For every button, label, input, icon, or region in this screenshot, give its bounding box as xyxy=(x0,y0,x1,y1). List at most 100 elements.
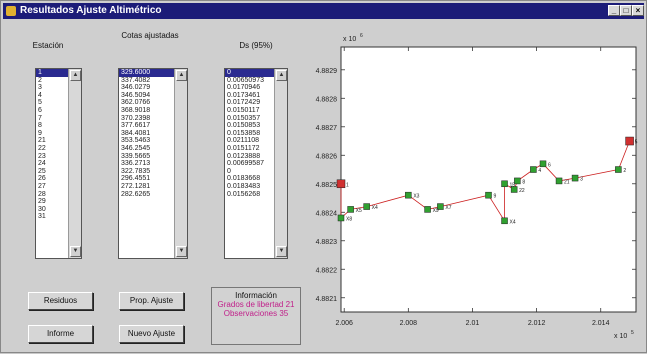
close-button[interactable]: × xyxy=(632,5,644,16)
y-tick-label: 4.8829 xyxy=(316,68,338,75)
station-marker xyxy=(337,214,345,222)
list-item[interactable]: 322.7835 xyxy=(119,168,175,176)
station-marker xyxy=(539,160,547,168)
plot-area xyxy=(340,46,637,313)
desv-listbox[interactable]: 0 0.00650973 0.0170946 0.0173461 0.0172429 0.… xyxy=(224,68,288,259)
list-item[interactable]: 0.0211108 xyxy=(225,137,275,145)
app-icon xyxy=(6,6,16,16)
list-item[interactable]: 0.0150357 xyxy=(225,115,275,123)
prop-ajuste-button[interactable]: Prop. Ajuste xyxy=(119,292,184,310)
y-multiplier: x 10 xyxy=(343,36,356,43)
station-marker xyxy=(424,206,431,213)
list-item[interactable]: 0.0151172 xyxy=(225,145,275,153)
list-item[interactable]: 31 xyxy=(36,213,69,221)
list-item[interactable]: 25 xyxy=(36,168,69,176)
list-item[interactable]: 339.5665 xyxy=(119,153,175,161)
scroll-up-icon[interactable]: ▲ xyxy=(176,70,187,81)
station-label: 2 xyxy=(623,168,626,174)
list-item[interactable]: 21 xyxy=(36,137,69,145)
list-item[interactable]: 27 xyxy=(36,183,69,191)
maximize-button[interactable]: □ xyxy=(620,5,632,16)
list-item[interactable]: 329.6000 xyxy=(119,69,175,77)
list-item[interactable]: 0.0183483 xyxy=(225,183,275,191)
station-label: 1 xyxy=(346,182,349,188)
residuos-button[interactable]: Residuos xyxy=(28,292,93,310)
list-item[interactable]: 0.00650973 xyxy=(225,77,275,85)
cotas-label: Cotas ajustadas xyxy=(121,31,179,40)
list-item[interactable]: 370.2398 xyxy=(119,115,175,123)
list-item[interactable]: 346.5094 xyxy=(119,92,175,100)
list-item[interactable]: 2 xyxy=(36,77,69,85)
list-item[interactable]: 0.0156268 xyxy=(225,191,275,199)
nuevo-ajuste-button[interactable]: Nuevo Ajuste xyxy=(119,325,184,343)
list-item[interactable]: 7 xyxy=(36,115,69,123)
list-item[interactable]: 0.0170946 xyxy=(225,84,275,92)
list-item[interactable]: 9 xyxy=(36,130,69,138)
scroll-down-icon[interactable]: ▼ xyxy=(276,246,287,257)
fixed-point-marker xyxy=(336,179,346,189)
title-bar: Resultados Ajuste Altimétrico _ □ × xyxy=(3,3,644,19)
scroll-down-icon[interactable]: ▼ xyxy=(176,246,187,257)
list-item[interactable]: 4 xyxy=(36,92,69,100)
list-item[interactable]: 24 xyxy=(36,160,69,168)
desv-scrollbar[interactable]: ▲ ▼ xyxy=(274,69,287,258)
list-item[interactable]: 3 xyxy=(36,84,69,92)
list-item[interactable]: 0.0183668 xyxy=(225,175,275,183)
list-item[interactable]: 0.0150853 xyxy=(225,122,275,130)
informe-button[interactable]: Informe xyxy=(28,325,93,343)
list-item[interactable]: 0.0153858 xyxy=(225,130,275,138)
list-item[interactable]: 337.4082 xyxy=(119,77,175,85)
list-item[interactable]: 346.0279 xyxy=(119,84,175,92)
list-item[interactable]: 0 xyxy=(225,69,275,77)
y-tick-label: 4.8826 xyxy=(316,153,338,160)
list-item[interactable]: 0.00699587 xyxy=(225,160,275,168)
list-item[interactable]: 0.0150117 xyxy=(225,107,275,115)
scroll-up-icon[interactable]: ▲ xyxy=(276,70,287,81)
estacion-scrollbar[interactable]: ▲ ▼ xyxy=(68,69,81,258)
list-item[interactable]: 368.9018 xyxy=(119,107,175,115)
list-item[interactable]: 26 xyxy=(36,175,69,183)
list-item[interactable]: 30 xyxy=(36,206,69,214)
estacion-listbox[interactable]: 1 2 3 4 5 6 7 8 9 21 22 23 24 25 26 27 28 29 30 31 ▲ ▼ xyxy=(35,68,82,259)
scroll-down-icon[interactable]: ▼ xyxy=(70,246,81,257)
cotas-listbox[interactable]: 329.6000 337.4082 346.0279 346.5094 362.0766… xyxy=(118,68,188,259)
list-item[interactable]: 6 xyxy=(36,107,69,115)
list-item[interactable]: 384.4081 xyxy=(119,130,175,138)
list-item[interactable]: 353.5463 xyxy=(119,137,175,145)
list-item[interactable]: 0.0173461 xyxy=(225,92,275,100)
station-marker xyxy=(501,180,508,188)
list-item[interactable]: 22 xyxy=(36,145,69,153)
list-item[interactable]: 336.2713 xyxy=(119,160,175,168)
list-item[interactable]: 0.0123888 xyxy=(225,153,275,161)
list-item[interactable]: 1 xyxy=(36,69,69,77)
list-item[interactable]: 23 xyxy=(36,153,69,161)
list-item[interactable]: 346.2545 xyxy=(119,145,175,153)
list-item[interactable]: 272.1281 xyxy=(119,183,175,191)
list-item[interactable]: 282.6265 xyxy=(119,191,175,199)
list-item[interactable]: 296.4551 xyxy=(119,175,175,183)
station-label: 22 xyxy=(519,188,525,194)
results-window: Resultados Ajuste Altimétrico _ □ × Esta… xyxy=(0,0,647,353)
list-item[interactable]: 29 xyxy=(36,198,69,206)
list-item[interactable]: 8 xyxy=(36,122,69,130)
station-label: 21 xyxy=(564,179,570,185)
list-item[interactable]: 28 xyxy=(36,191,69,199)
info-line-1: Grados de libertad 21 xyxy=(217,300,295,309)
station-label: X4 xyxy=(510,219,516,225)
list-item[interactable]: 0.0172429 xyxy=(225,99,275,107)
station-marker xyxy=(555,177,563,185)
cotas-scrollbar[interactable]: ▲ ▼ xyxy=(174,69,187,258)
info-line-2: Observaciones 35 xyxy=(223,309,289,318)
station-label: 15 xyxy=(510,182,516,188)
list-item[interactable]: 0 xyxy=(225,168,275,176)
list-item[interactable]: 5 xyxy=(36,99,69,107)
list-item[interactable]: 377.6617 xyxy=(119,122,175,130)
y-tick-label: 4.8824 xyxy=(316,210,338,217)
desv-items: 0 0.00650973 0.0170946 0.0173461 0.0172429 0.… xyxy=(225,69,275,258)
cotas-items: 329.6000 337.4082 346.0279 346.5094 362.0766… xyxy=(119,69,175,258)
scroll-up-icon[interactable]: ▲ xyxy=(70,70,81,81)
minimize-button[interactable]: _ xyxy=(608,5,620,16)
station-marker xyxy=(571,174,579,182)
network-line xyxy=(340,140,630,223)
list-item[interactable]: 362.0766 xyxy=(119,99,175,107)
